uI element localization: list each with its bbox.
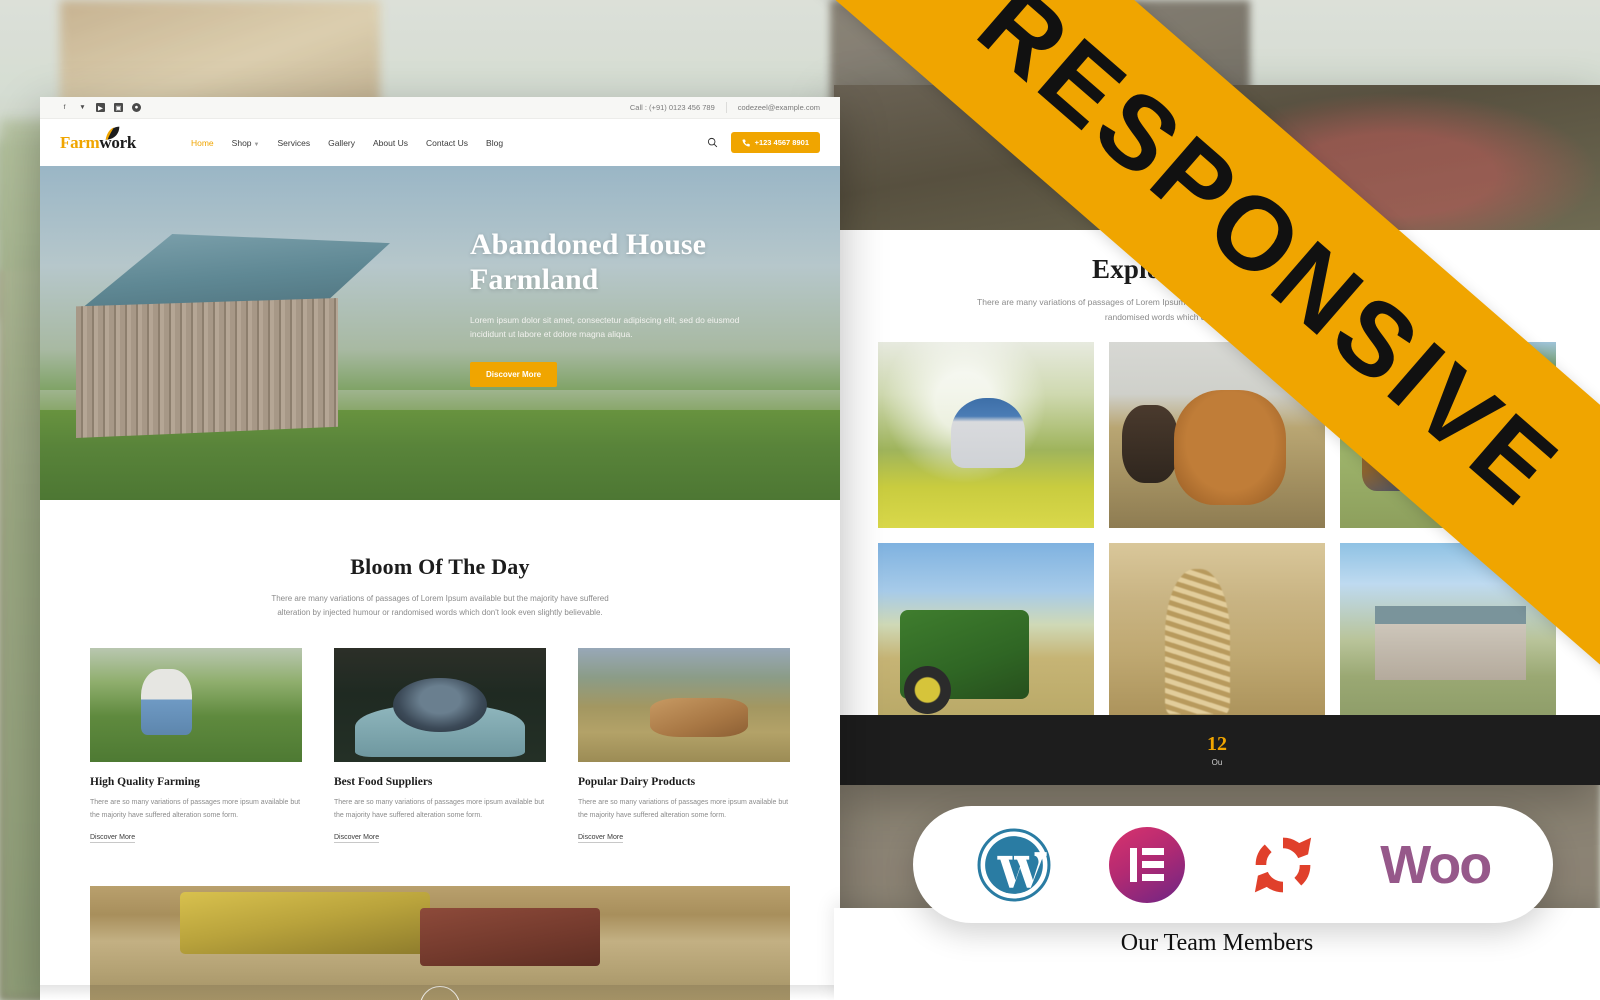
hero-paragraph: Lorem ipsum dolor sit amet, consectetur … [470, 314, 740, 340]
bloom-title: Bloom Of The Day [350, 554, 530, 579]
elementor-logo [1109, 826, 1186, 903]
harvester-banner [90, 885, 790, 1000]
card-discover-more-link[interactable]: Discover More [334, 834, 380, 843]
elementor-bar [1142, 874, 1165, 881]
wordpress-logo [976, 827, 1052, 903]
project-thumb-farmer-spraying[interactable] [878, 341, 1094, 528]
bloom-card: Popular Dairy Products There are so many… [578, 648, 790, 844]
phone-cta-button[interactable]: +123 4567 8901 [730, 132, 820, 153]
top-contact-group: Call : (+91) 0123 456 789 codezeel@examp… [630, 102, 820, 113]
pinterest-icon[interactable]: ● [132, 103, 141, 112]
bloom-subtitle: There are many variations of passages of… [271, 594, 609, 617]
card-title: Best Food Suppliers [334, 776, 433, 788]
team-section: Our Team Members [834, 930, 1600, 957]
card-image-best-food-suppliers[interactable] [334, 648, 546, 762]
card-image-high-quality-farming[interactable] [90, 648, 302, 762]
card-discover-more-link[interactable]: Discover More [90, 834, 136, 843]
search-icon[interactable] [707, 137, 718, 148]
harvester-machine [180, 891, 430, 954]
nav-item-shop-label: Shop [231, 137, 252, 148]
card-text: There are so many variations of passages… [334, 799, 545, 819]
hero-copy: Abandoned House Farmland Lorem ipsum dol… [470, 228, 790, 388]
card-title: High Quality Farming [90, 776, 200, 788]
bloom-section: Bloom Of The Day There are many variatio… [40, 500, 840, 844]
leaf-icon [105, 126, 120, 140]
home-page-window[interactable]: f ▼ ▶ ▣ ● Call : (+91) 0123 456 789 code… [40, 97, 840, 1000]
main-navbar: Farmwork Home Shop ▼ Services Gallery Abo… [40, 119, 840, 166]
nav-menu: Home Shop ▼ Services Gallery About Us Con… [191, 138, 503, 148]
barn-wall [76, 298, 338, 438]
nav-item-services[interactable]: Services [277, 138, 310, 148]
counter-number: 12 [1207, 733, 1227, 755]
nav-item-contact-us[interactable]: Contact Us [426, 138, 468, 148]
site-logo[interactable]: Farmwork [60, 126, 136, 153]
twitter-icon[interactable]: ▼ [78, 103, 87, 112]
refresh-icon [1254, 837, 1311, 892]
update-logo [1243, 827, 1323, 903]
nav-item-gallery[interactable]: Gallery [328, 138, 355, 148]
phone-icon [742, 139, 750, 146]
elementor-bar [1142, 848, 1165, 855]
elementor-bar [1142, 861, 1165, 868]
elementor-bar-vertical [1130, 847, 1138, 882]
barn-roof [79, 234, 390, 310]
nav-item-home[interactable]: Home [191, 138, 214, 148]
card-image-popular-dairy-products[interactable] [578, 648, 790, 762]
logo-text-first: Farm [60, 132, 100, 152]
hero-title: Abandoned House Farmland [470, 228, 790, 298]
elementor-icon [1109, 826, 1186, 903]
team-title: Our Team Members [1120, 930, 1314, 956]
hero-title-line1: Abandoned House [470, 228, 706, 261]
bloom-cards: High Quality Farming There are so many v… [90, 648, 790, 844]
card-title: Popular Dairy Products [578, 776, 696, 788]
counter-band: 12 Ou [834, 715, 1600, 785]
top-utility-bar: f ▼ ▶ ▣ ● Call : (+91) 0123 456 789 code… [40, 97, 840, 119]
facebook-icon[interactable]: f [60, 103, 69, 112]
chevron-down-icon: ▼ [253, 141, 260, 148]
bloom-card: High Quality Farming There are so many v… [90, 648, 302, 844]
project-thumb-wheat-ears[interactable] [1109, 542, 1325, 729]
hero-barn-photo [60, 234, 390, 438]
nav-item-about-us[interactable]: About Us [373, 138, 408, 148]
project-thumb-green-tractor[interactable] [878, 542, 1094, 729]
email-label[interactable]: codezeel@example.com [738, 103, 820, 112]
elementor-glyph [1130, 847, 1165, 882]
elementor-bars-horizontal [1142, 848, 1165, 881]
card-text: There are so many variations of passages… [90, 799, 301, 819]
phone-cta-label: +123 4567 8901 [754, 138, 809, 147]
social-links: f ▼ ▶ ▣ ● [60, 103, 141, 112]
bloom-card: Best Food Suppliers There are so many va… [334, 648, 546, 844]
card-text: There are so many variations of passages… [578, 799, 789, 819]
hero-discover-more-button[interactable]: Discover More [470, 362, 558, 388]
nav-actions: +123 4567 8901 [707, 132, 820, 153]
counter-block: 12 Ou [1207, 733, 1227, 767]
harvester-cart [420, 907, 600, 966]
wordpress-icon [977, 828, 1051, 901]
card-discover-more-link[interactable]: Discover More [578, 834, 624, 843]
call-label[interactable]: Call : (+91) 0123 456 789 [630, 103, 715, 112]
hero-title-line2: Farmland [470, 262, 599, 296]
youtube-icon[interactable]: ▶ [96, 103, 105, 112]
plugin-badges-pill: Woo [913, 806, 1553, 923]
window-bottom-shadow [40, 985, 840, 1000]
instagram-icon[interactable]: ▣ [114, 103, 123, 112]
divider [725, 102, 727, 113]
nav-item-shop[interactable]: Shop ▼ [232, 138, 260, 148]
counter-label: Ou [1211, 758, 1223, 767]
nav-item-blog[interactable]: Blog [486, 138, 503, 148]
hero-banner: Abandoned House Farmland Lorem ipsum dol… [40, 166, 840, 500]
woocommerce-logo: Woo [1380, 834, 1492, 895]
